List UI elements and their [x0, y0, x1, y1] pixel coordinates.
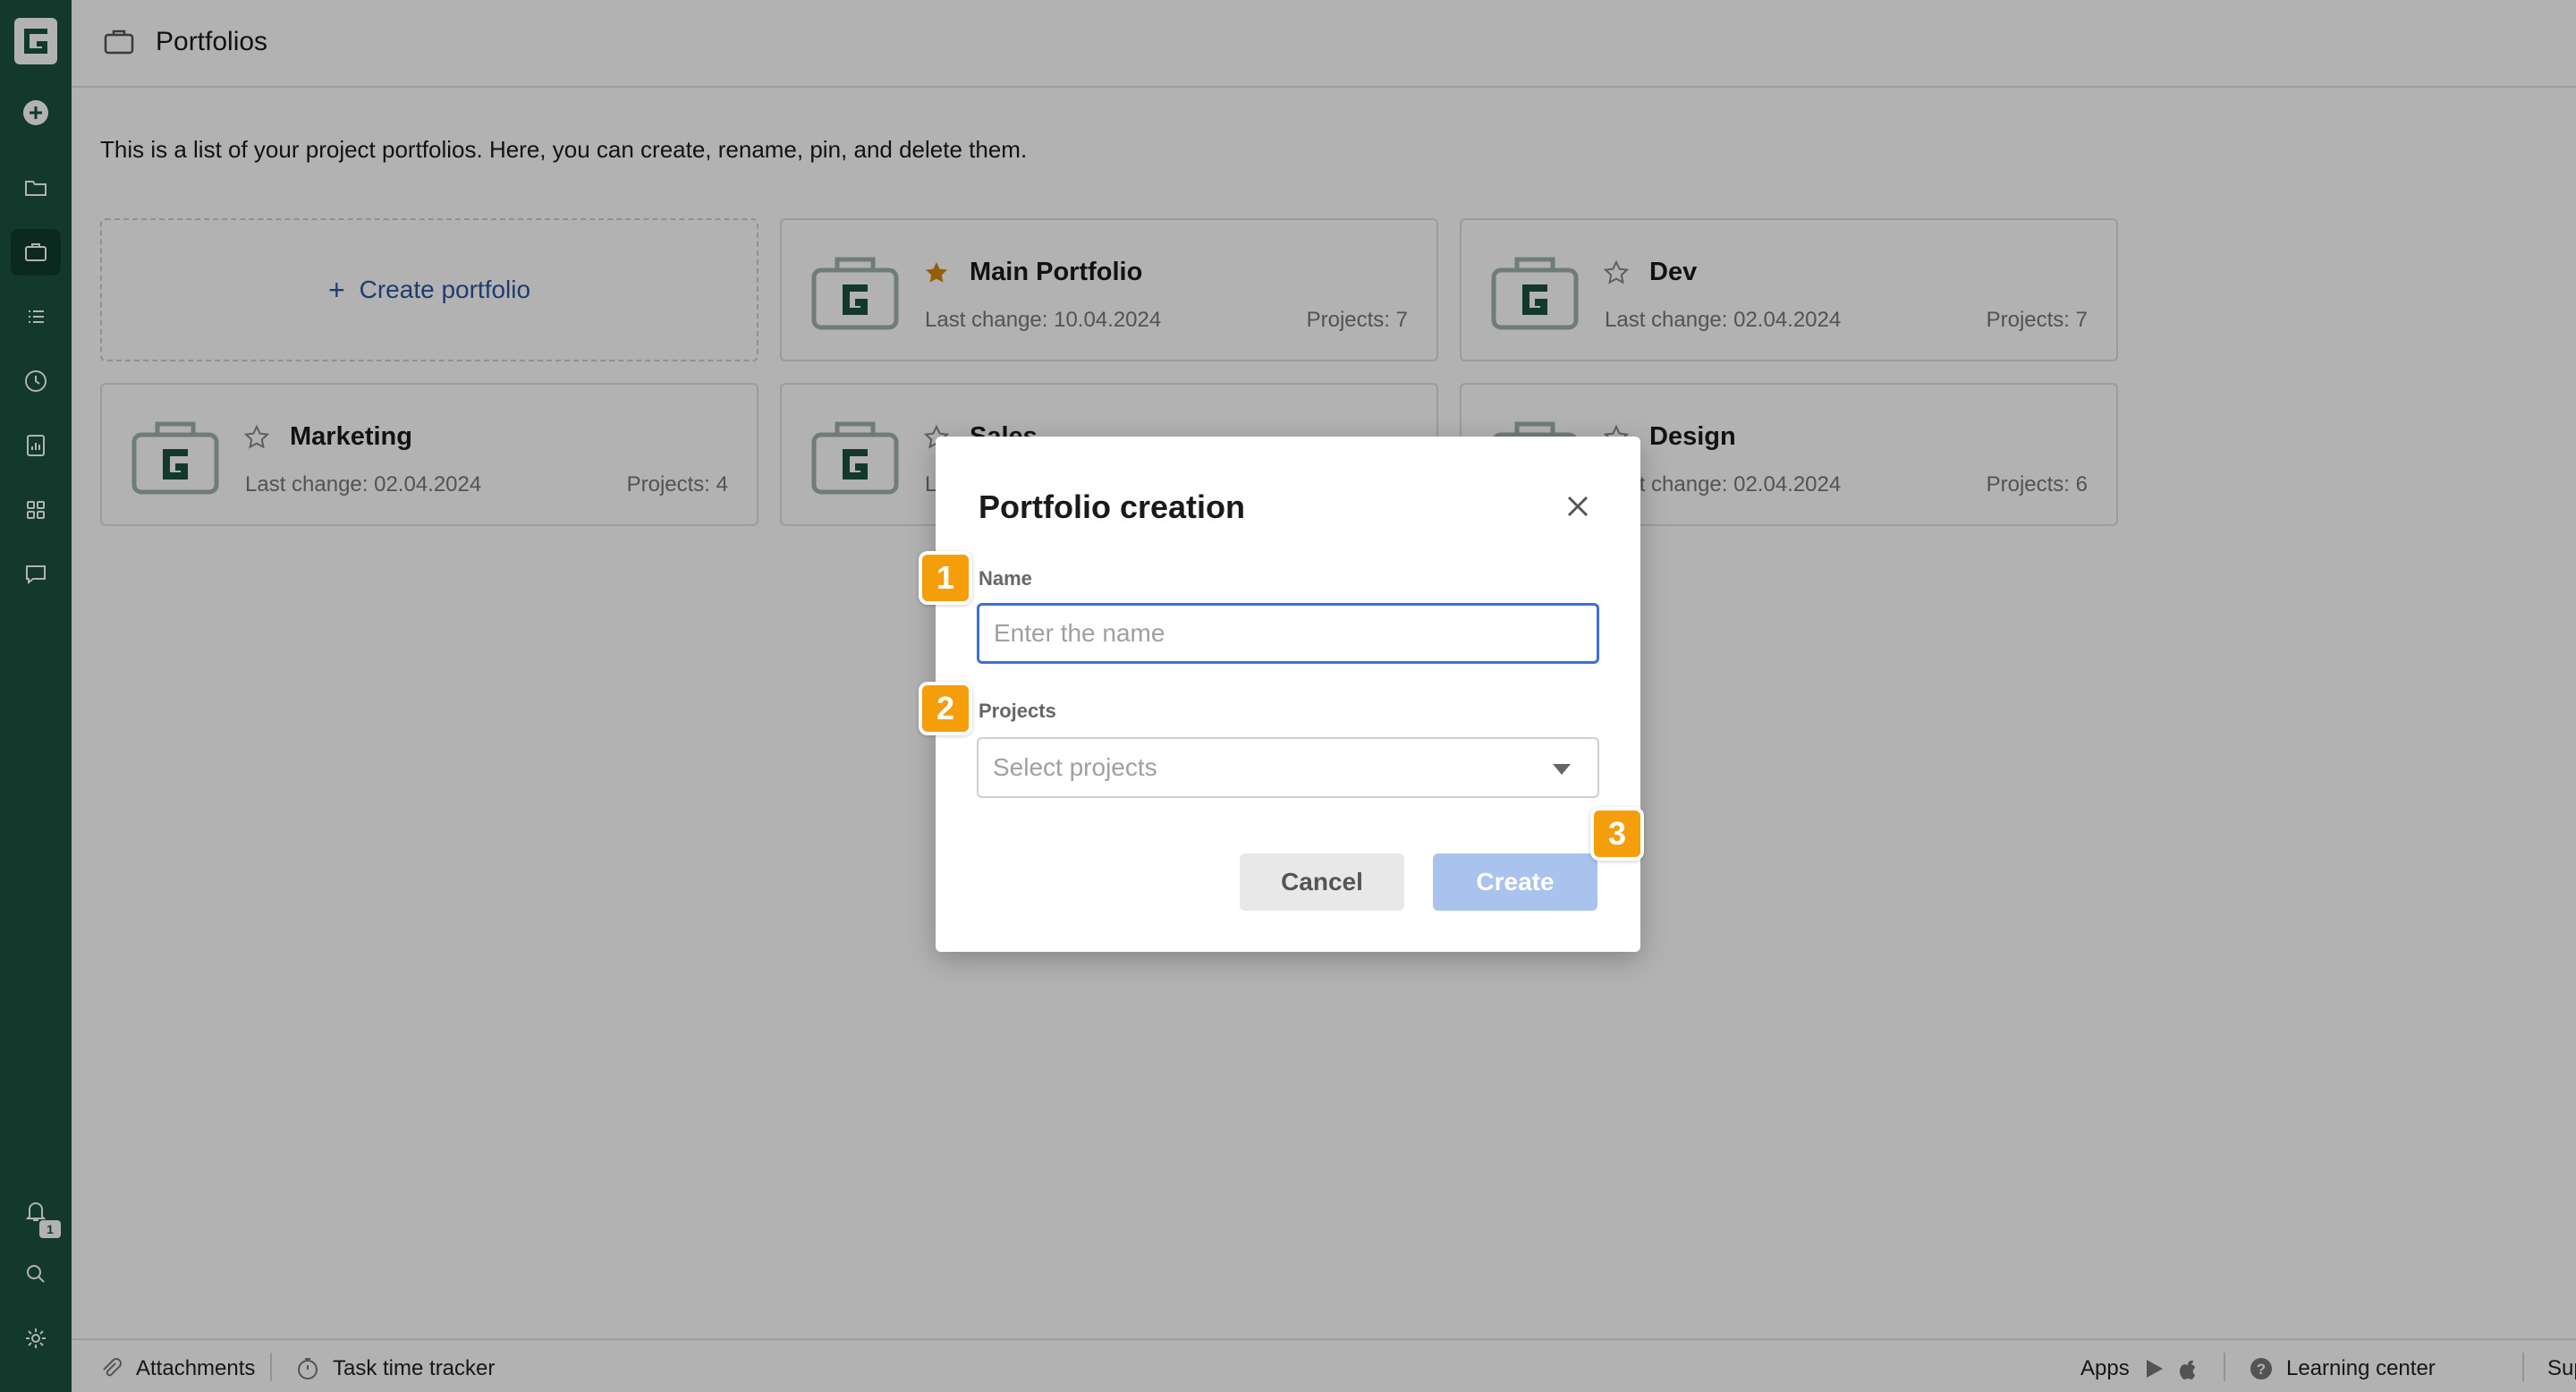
close-icon[interactable]	[1562, 490, 1594, 522]
name-label: Name	[979, 567, 1032, 590]
step-marker-2: 2	[919, 682, 972, 735]
name-input[interactable]	[977, 603, 1599, 664]
step-marker-3: 3	[1590, 807, 1644, 861]
projects-label: Projects	[979, 700, 1056, 722]
projects-select[interactable]: Select projects	[977, 737, 1599, 798]
step-marker-1: 1	[919, 551, 972, 605]
chevron-down-icon	[1553, 764, 1571, 775]
portfolio-creation-dialog: Portfolio creation Name Projects Select …	[936, 437, 1640, 952]
create-button[interactable]: Create	[1433, 853, 1597, 911]
dialog-title: Portfolio creation	[979, 488, 1246, 525]
cancel-button[interactable]: Cancel	[1240, 853, 1404, 911]
projects-select-placeholder: Select projects	[993, 753, 1157, 781]
